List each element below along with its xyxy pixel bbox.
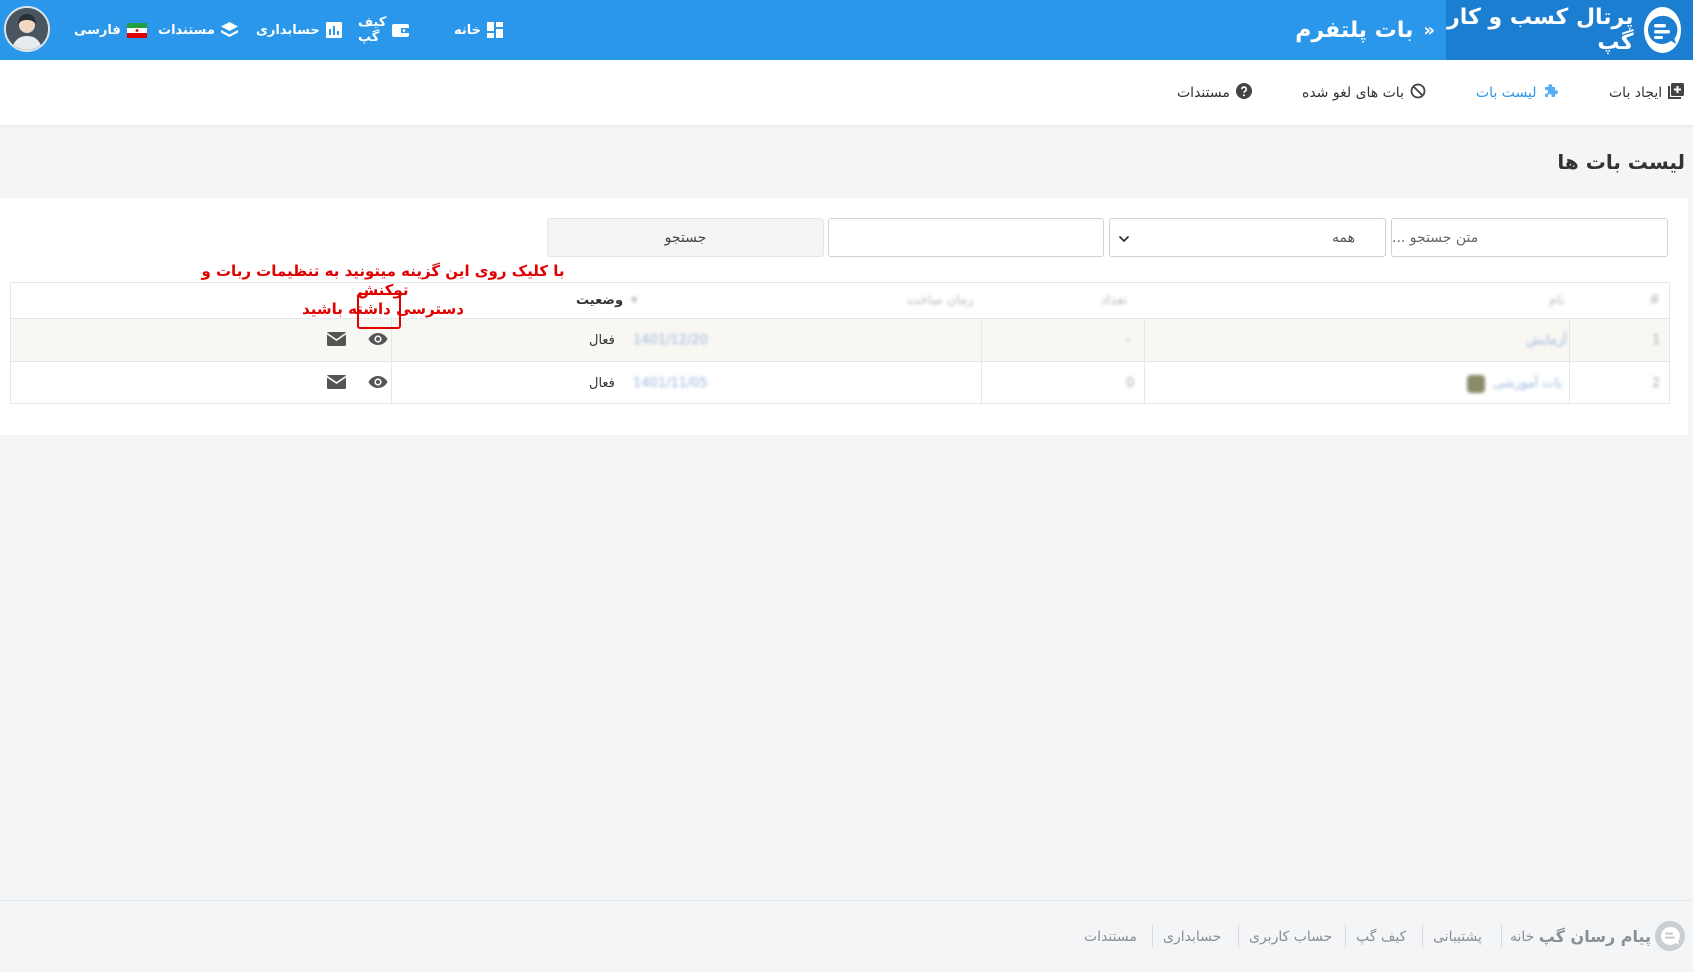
message-bot-button[interactable] bbox=[326, 319, 347, 362]
nav-wallet[interactable]: کیف گپ bbox=[358, 0, 410, 60]
envelope-icon bbox=[326, 374, 347, 393]
row-status: فعال bbox=[589, 376, 615, 391]
footer-separator bbox=[1238, 925, 1239, 947]
brand-title: پرتال کسب و کار گپ bbox=[1447, 5, 1634, 55]
tab-create-bot[interactable]: ایجاد بات bbox=[1609, 60, 1685, 125]
row-index: 1 bbox=[1652, 333, 1661, 348]
footer-link-account[interactable]: حساب کاربری bbox=[1249, 901, 1332, 972]
row-date: 1401/12/20 bbox=[633, 333, 708, 348]
footer-separator bbox=[1152, 925, 1153, 947]
tab-docs[interactable]: مستندات bbox=[1177, 60, 1252, 125]
tab-cancelled-bots-label: بات های لغو شده bbox=[1302, 84, 1404, 101]
row-index: 2 bbox=[1652, 376, 1661, 391]
tab-cancelled-bots[interactable]: بات های لغو شده bbox=[1302, 60, 1426, 125]
row-count: - bbox=[1126, 333, 1131, 348]
nav-wallet-label: کیف گپ bbox=[358, 15, 387, 45]
footer: پیام رسان گپ خانه پشتیبانی کیف گپ حساب ک… bbox=[0, 901, 1693, 972]
row-count: 0 bbox=[1126, 376, 1135, 391]
footer-link-home[interactable]: خانه bbox=[1510, 901, 1534, 972]
nav-home-label: خانه bbox=[454, 22, 482, 38]
bar-chart-icon bbox=[325, 22, 342, 38]
nav-home[interactable]: خانه bbox=[454, 0, 504, 60]
search-input[interactable]: متن جستجو ... bbox=[1391, 218, 1668, 257]
footer-link-wallet[interactable]: کیف گپ bbox=[1356, 901, 1406, 972]
eye-icon bbox=[368, 374, 388, 393]
footer-separator bbox=[1345, 925, 1346, 947]
add-box-icon bbox=[1668, 82, 1685, 103]
col-date-header[interactable]: زمان ساخت bbox=[907, 283, 974, 318]
nav-language-label: فارسی bbox=[74, 22, 121, 38]
footer-separator bbox=[1422, 925, 1423, 947]
status-select[interactable]: همه bbox=[1109, 218, 1386, 257]
breadcrumb-current: بات پلتفرم bbox=[1295, 17, 1414, 43]
column-divider bbox=[391, 362, 392, 405]
col-count-header[interactable]: تعداد bbox=[1101, 283, 1127, 318]
row-date: 1401/11/05 bbox=[633, 376, 708, 391]
column-divider bbox=[1144, 319, 1145, 362]
nav-docs[interactable]: مستندات bbox=[158, 0, 238, 60]
tab-docs-label: مستندات bbox=[1177, 84, 1230, 101]
tab-create-bot-label: ایجاد بات bbox=[1609, 84, 1663, 101]
row-name-link[interactable]: بات آموزشی bbox=[1493, 362, 1562, 405]
column-divider bbox=[1144, 362, 1145, 405]
tab-bot-list-label: لیست بات bbox=[1476, 84, 1537, 101]
col-index-header: # bbox=[1649, 293, 1660, 308]
envelope-icon bbox=[326, 331, 347, 350]
footer-brand[interactable]: پیام رسان گپ bbox=[1539, 901, 1651, 972]
nav-language[interactable]: فارسی bbox=[74, 0, 147, 60]
bots-table: # نام تعداد زمان ساخت ▾ وضعیت 1 آزمایش -… bbox=[10, 282, 1670, 405]
help-circle-icon bbox=[1235, 82, 1252, 103]
row-name-link[interactable]: آزمایش bbox=[1526, 319, 1567, 362]
search-input-placeholder: متن جستجو ... bbox=[1392, 229, 1479, 246]
column-divider bbox=[981, 362, 982, 405]
iran-flag-icon bbox=[126, 22, 147, 38]
footer-link-docs[interactable]: مستندات bbox=[1084, 901, 1137, 972]
layers-icon bbox=[220, 22, 238, 38]
breadcrumb-separator: » bbox=[1423, 19, 1435, 41]
table-row: 2 بات آموزشی 0 1401/11/05 فعال bbox=[11, 361, 1669, 405]
gap-logo-icon bbox=[1655, 921, 1685, 951]
user-avatar[interactable] bbox=[4, 6, 50, 52]
view-bot-button[interactable] bbox=[368, 362, 388, 405]
column-divider bbox=[981, 319, 982, 362]
puzzle-icon bbox=[1543, 82, 1560, 103]
sort-icon[interactable]: ▾ bbox=[631, 283, 638, 318]
ban-icon bbox=[1410, 83, 1426, 103]
annotation-highlight-box bbox=[357, 293, 401, 329]
eye-icon bbox=[368, 331, 388, 350]
nav-accounting-label: حسابداری bbox=[256, 22, 320, 38]
row-status: فعال bbox=[589, 333, 615, 348]
tab-bot-list[interactable]: لیست بات bbox=[1476, 60, 1560, 125]
nav-accounting[interactable]: حسابداری bbox=[256, 0, 342, 60]
footer-link-accounting[interactable]: حسابداری bbox=[1163, 901, 1221, 972]
search-button[interactable]: جستجو bbox=[547, 218, 824, 257]
message-bot-button[interactable] bbox=[326, 362, 347, 405]
footer-link-support[interactable]: پشتیبانی bbox=[1433, 901, 1482, 972]
top-bar: پرتال کسب و کار گپ بات پلتفرم » خانه کیف… bbox=[0, 0, 1693, 60]
breadcrumb: بات پلتفرم » bbox=[1295, 0, 1435, 60]
row-name-cell: بات آموزشی bbox=[1467, 362, 1562, 405]
nav-docs-label: مستندات bbox=[158, 22, 215, 38]
sub-nav: ایجاد بات لیست بات بات های لغو شده مستند… bbox=[0, 60, 1693, 125]
footer-separator bbox=[1501, 925, 1502, 947]
column-divider bbox=[1569, 319, 1570, 362]
chevron-down-icon bbox=[1118, 232, 1130, 248]
wallet-icon bbox=[392, 23, 410, 38]
dashboard-icon bbox=[487, 22, 504, 38]
page-title: لیست بات ها bbox=[1557, 150, 1685, 174]
table-row: 1 آزمایش - 1401/12/20 فعال bbox=[11, 318, 1669, 362]
filter-input[interactable] bbox=[828, 218, 1104, 257]
brand[interactable]: پرتال کسب و کار گپ bbox=[1446, 0, 1693, 60]
search-button-label: جستجو bbox=[664, 229, 707, 246]
col-status-header: وضعیت bbox=[576, 293, 624, 308]
col-name-header[interactable]: نام bbox=[1549, 283, 1565, 318]
gap-logo-icon bbox=[1643, 7, 1681, 53]
status-select-value: همه bbox=[1332, 229, 1355, 246]
column-divider bbox=[1569, 362, 1570, 405]
bot-avatar bbox=[1467, 374, 1485, 393]
